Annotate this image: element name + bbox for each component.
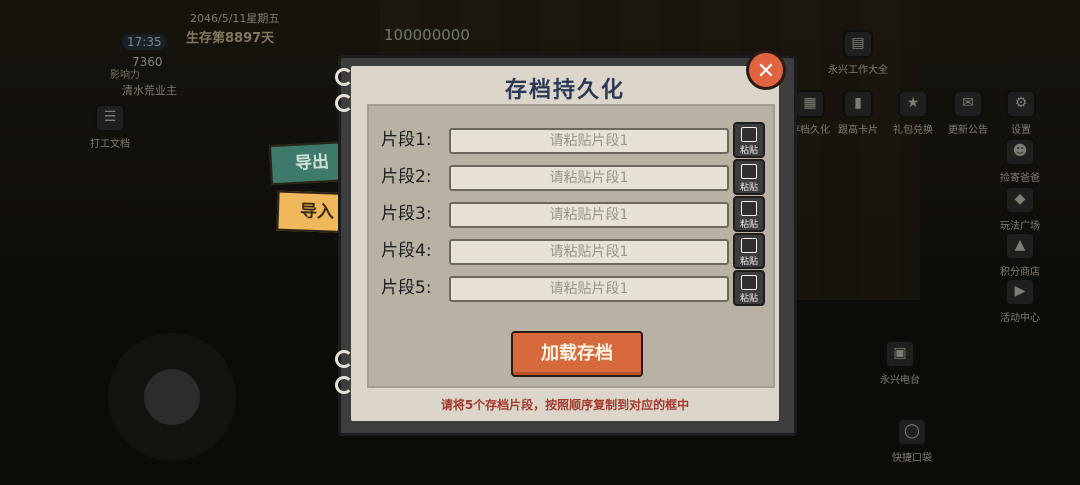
dialog-title: 存档持久化 bbox=[504, 78, 625, 103]
load-save-button[interactable]: 加载存档 bbox=[511, 331, 643, 377]
paste-label: 粘贴 bbox=[739, 294, 758, 304]
paste-button[interactable]: 粘贴 bbox=[733, 159, 765, 195]
paste-label: 粘贴 bbox=[739, 220, 758, 230]
fragment-label: 片段5: bbox=[381, 278, 432, 298]
clipboard-icon bbox=[741, 164, 757, 179]
paste-button[interactable]: 粘贴 bbox=[733, 270, 765, 306]
binder-ring bbox=[335, 350, 353, 368]
clipboard-icon bbox=[741, 238, 757, 253]
paste-label: 粘贴 bbox=[739, 146, 758, 156]
clipboard-icon bbox=[741, 127, 757, 142]
fragment-2-input[interactable] bbox=[449, 165, 729, 191]
paste-button[interactable]: 粘贴 bbox=[733, 122, 765, 158]
fragment-4-input[interactable] bbox=[449, 239, 729, 265]
paste-button[interactable]: 粘贴 bbox=[733, 233, 765, 269]
paste-button[interactable]: 粘贴 bbox=[733, 196, 765, 232]
clipboard-icon bbox=[741, 201, 757, 216]
binder-ring bbox=[335, 68, 353, 86]
binder-ring bbox=[335, 94, 353, 112]
close-icon[interactable]: ✕ bbox=[746, 50, 786, 90]
paste-label: 粘贴 bbox=[739, 257, 758, 267]
binder-ring bbox=[335, 376, 353, 394]
fragment-label: 片段2: bbox=[381, 167, 432, 187]
paste-label: 粘贴 bbox=[739, 183, 758, 193]
fragment-label: 片段4: bbox=[381, 241, 432, 261]
instruction-hint: 请将5个存档片段，按照顺序复制到对应的框中 bbox=[440, 398, 690, 412]
fragment-label: 片段3: bbox=[381, 204, 432, 224]
fragment-1-input[interactable] bbox=[449, 128, 729, 154]
fragment-3-input[interactable] bbox=[449, 202, 729, 228]
clipboard-icon bbox=[741, 275, 757, 290]
save-persist-dialog: 存档持久化 片段1: 粘贴 片段2: 粘贴 片段3: bbox=[338, 55, 797, 436]
dialog-paper: 存档持久化 片段1: 粘贴 片段2: 粘贴 片段3: bbox=[351, 66, 779, 421]
fragment-5-input[interactable] bbox=[449, 276, 729, 302]
fragment-label: 片段1: bbox=[381, 130, 432, 150]
